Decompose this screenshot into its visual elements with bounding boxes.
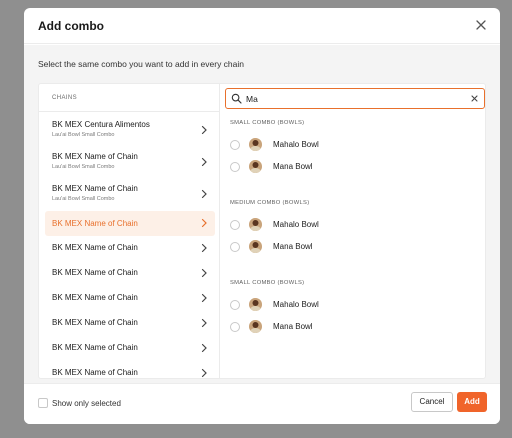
chain-item[interactable]: BK MEX Name of Chain [45,211,215,236]
chain-item[interactable]: BK MEX Name of Chain [45,336,215,361]
combo-option[interactable]: Mana Bowl [230,160,430,174]
cancel-button[interactable]: Cancel [411,392,453,412]
combo-option[interactable]: Mahalo Bowl [230,298,430,312]
chevron-right-icon [201,268,207,278]
combo-radio[interactable] [230,162,240,172]
chain-combo-subtitle: Lau'ai Bowl Small Combo [52,196,115,202]
combo-option-label: Mahalo Bowl [273,140,319,149]
combo-option-label: Mana Bowl [273,162,313,171]
chain-name: BK MEX Name of Chain [52,268,138,277]
chain-name: BK MEX Name of Chain [52,243,138,252]
combo-radio[interactable] [230,220,240,230]
search-box[interactable] [225,88,485,109]
add-button[interactable]: Add [457,392,487,412]
combo-radio[interactable] [230,242,240,252]
chain-name: BK MEX Name of Chain [52,152,138,161]
chevron-right-icon [201,243,207,253]
chain-name: BK MEX Name of Chain [52,343,138,352]
chevron-right-icon [201,125,207,135]
chain-item[interactable]: BK MEX Name of Chain [45,236,215,261]
chain-name: BK MEX Centura Alimentos [52,120,150,129]
combo-option-label: Mana Bowl [273,242,313,251]
combo-thumbnail-icon [249,138,262,151]
combo-option[interactable]: Mahalo Bowl [230,218,430,232]
combo-group-title: MEDIUM COMBO (BOWLS) [230,200,310,206]
close-icon[interactable] [474,18,488,32]
modal-title: Add combo [38,19,104,33]
modal-header: Add combo [24,8,500,44]
combos-column: SMALL COMBO (BOWLS) Mahalo Bowl Mana Bowl M… [221,84,485,378]
combo-thumbnail-icon [249,160,262,173]
combo-thumbnail-icon [249,240,262,253]
combo-radio[interactable] [230,322,240,332]
chains-column: CHAINS BK MEX Centura Alimentos Lau'ai Bo… [39,84,220,378]
chain-name: BK MEX Name of Chain [52,219,138,228]
show-only-selected-label: Show only selected [52,399,121,408]
combo-selection-panel: CHAINS BK MEX Centura Alimentos Lau'ai Bo… [38,83,486,379]
chain-item[interactable]: BK MEX Name of Chain [45,286,215,311]
combo-thumbnail-icon [249,218,262,231]
chain-item[interactable]: BK MEX Name of Chain Lau'ai Bowl Small Co… [45,179,215,211]
clear-icon[interactable] [470,94,479,103]
chain-item[interactable]: BK MEX Name of Chain Lau'ai Bowl Small Co… [45,147,215,179]
chain-combo-subtitle: Lau'ai Bowl Small Combo [52,164,115,170]
chevron-right-icon [201,343,207,353]
chevron-right-icon [201,293,207,303]
chain-item[interactable]: BK MEX Name of Chain [45,311,215,336]
chain-list: BK MEX Centura Alimentos Lau'ai Bowl Smal… [39,115,220,378]
chevron-right-icon [201,368,207,378]
combo-option[interactable]: Mahalo Bowl [230,138,430,152]
combo-radio[interactable] [230,300,240,310]
combo-option[interactable]: Mana Bowl [230,240,430,254]
search-input[interactable] [246,92,446,106]
modal-footer: Show only selected Cancel Add [24,383,500,424]
combo-option-label: Mahalo Bowl [273,300,319,309]
combo-option-label: Mana Bowl [273,322,313,331]
chevron-right-icon [201,318,207,328]
add-combo-modal: Add combo Select the same combo you want… [24,8,500,424]
search-icon [231,93,242,104]
chain-item[interactable]: BK MEX Name of Chain [45,361,215,378]
chains-header: CHAINS [39,84,220,112]
chain-name: BK MEX Name of Chain [52,318,138,327]
chain-combo-subtitle: Lau'ai Bowl Small Combo [52,132,115,138]
chevron-right-icon [201,189,207,199]
combo-thumbnail-icon [249,298,262,311]
combo-group-title: SMALL COMBO (BOWLS) [230,120,305,126]
chain-item[interactable]: BK MEX Name of Chain [45,261,215,286]
modal-subtitle: Select the same combo you want to add in… [38,59,245,69]
combo-radio[interactable] [230,140,240,150]
chain-name: BK MEX Name of Chain [52,184,138,193]
chain-name: BK MEX Name of Chain [52,293,138,302]
chain-item[interactable]: BK MEX Centura Alimentos Lau'ai Bowl Smal… [45,115,215,147]
show-only-selected-checkbox[interactable] [38,398,48,408]
modal-body: Select the same combo you want to add in… [24,45,500,383]
combo-option-label: Mahalo Bowl [273,220,319,229]
combo-thumbnail-icon [249,320,262,333]
chevron-right-icon [201,157,207,167]
chevron-right-icon [201,218,207,228]
chain-name: BK MEX Name of Chain [52,368,138,377]
combo-option[interactable]: Mana Bowl [230,320,430,334]
combo-group-title: SMALL COMBO (BOWLS) [230,280,305,286]
